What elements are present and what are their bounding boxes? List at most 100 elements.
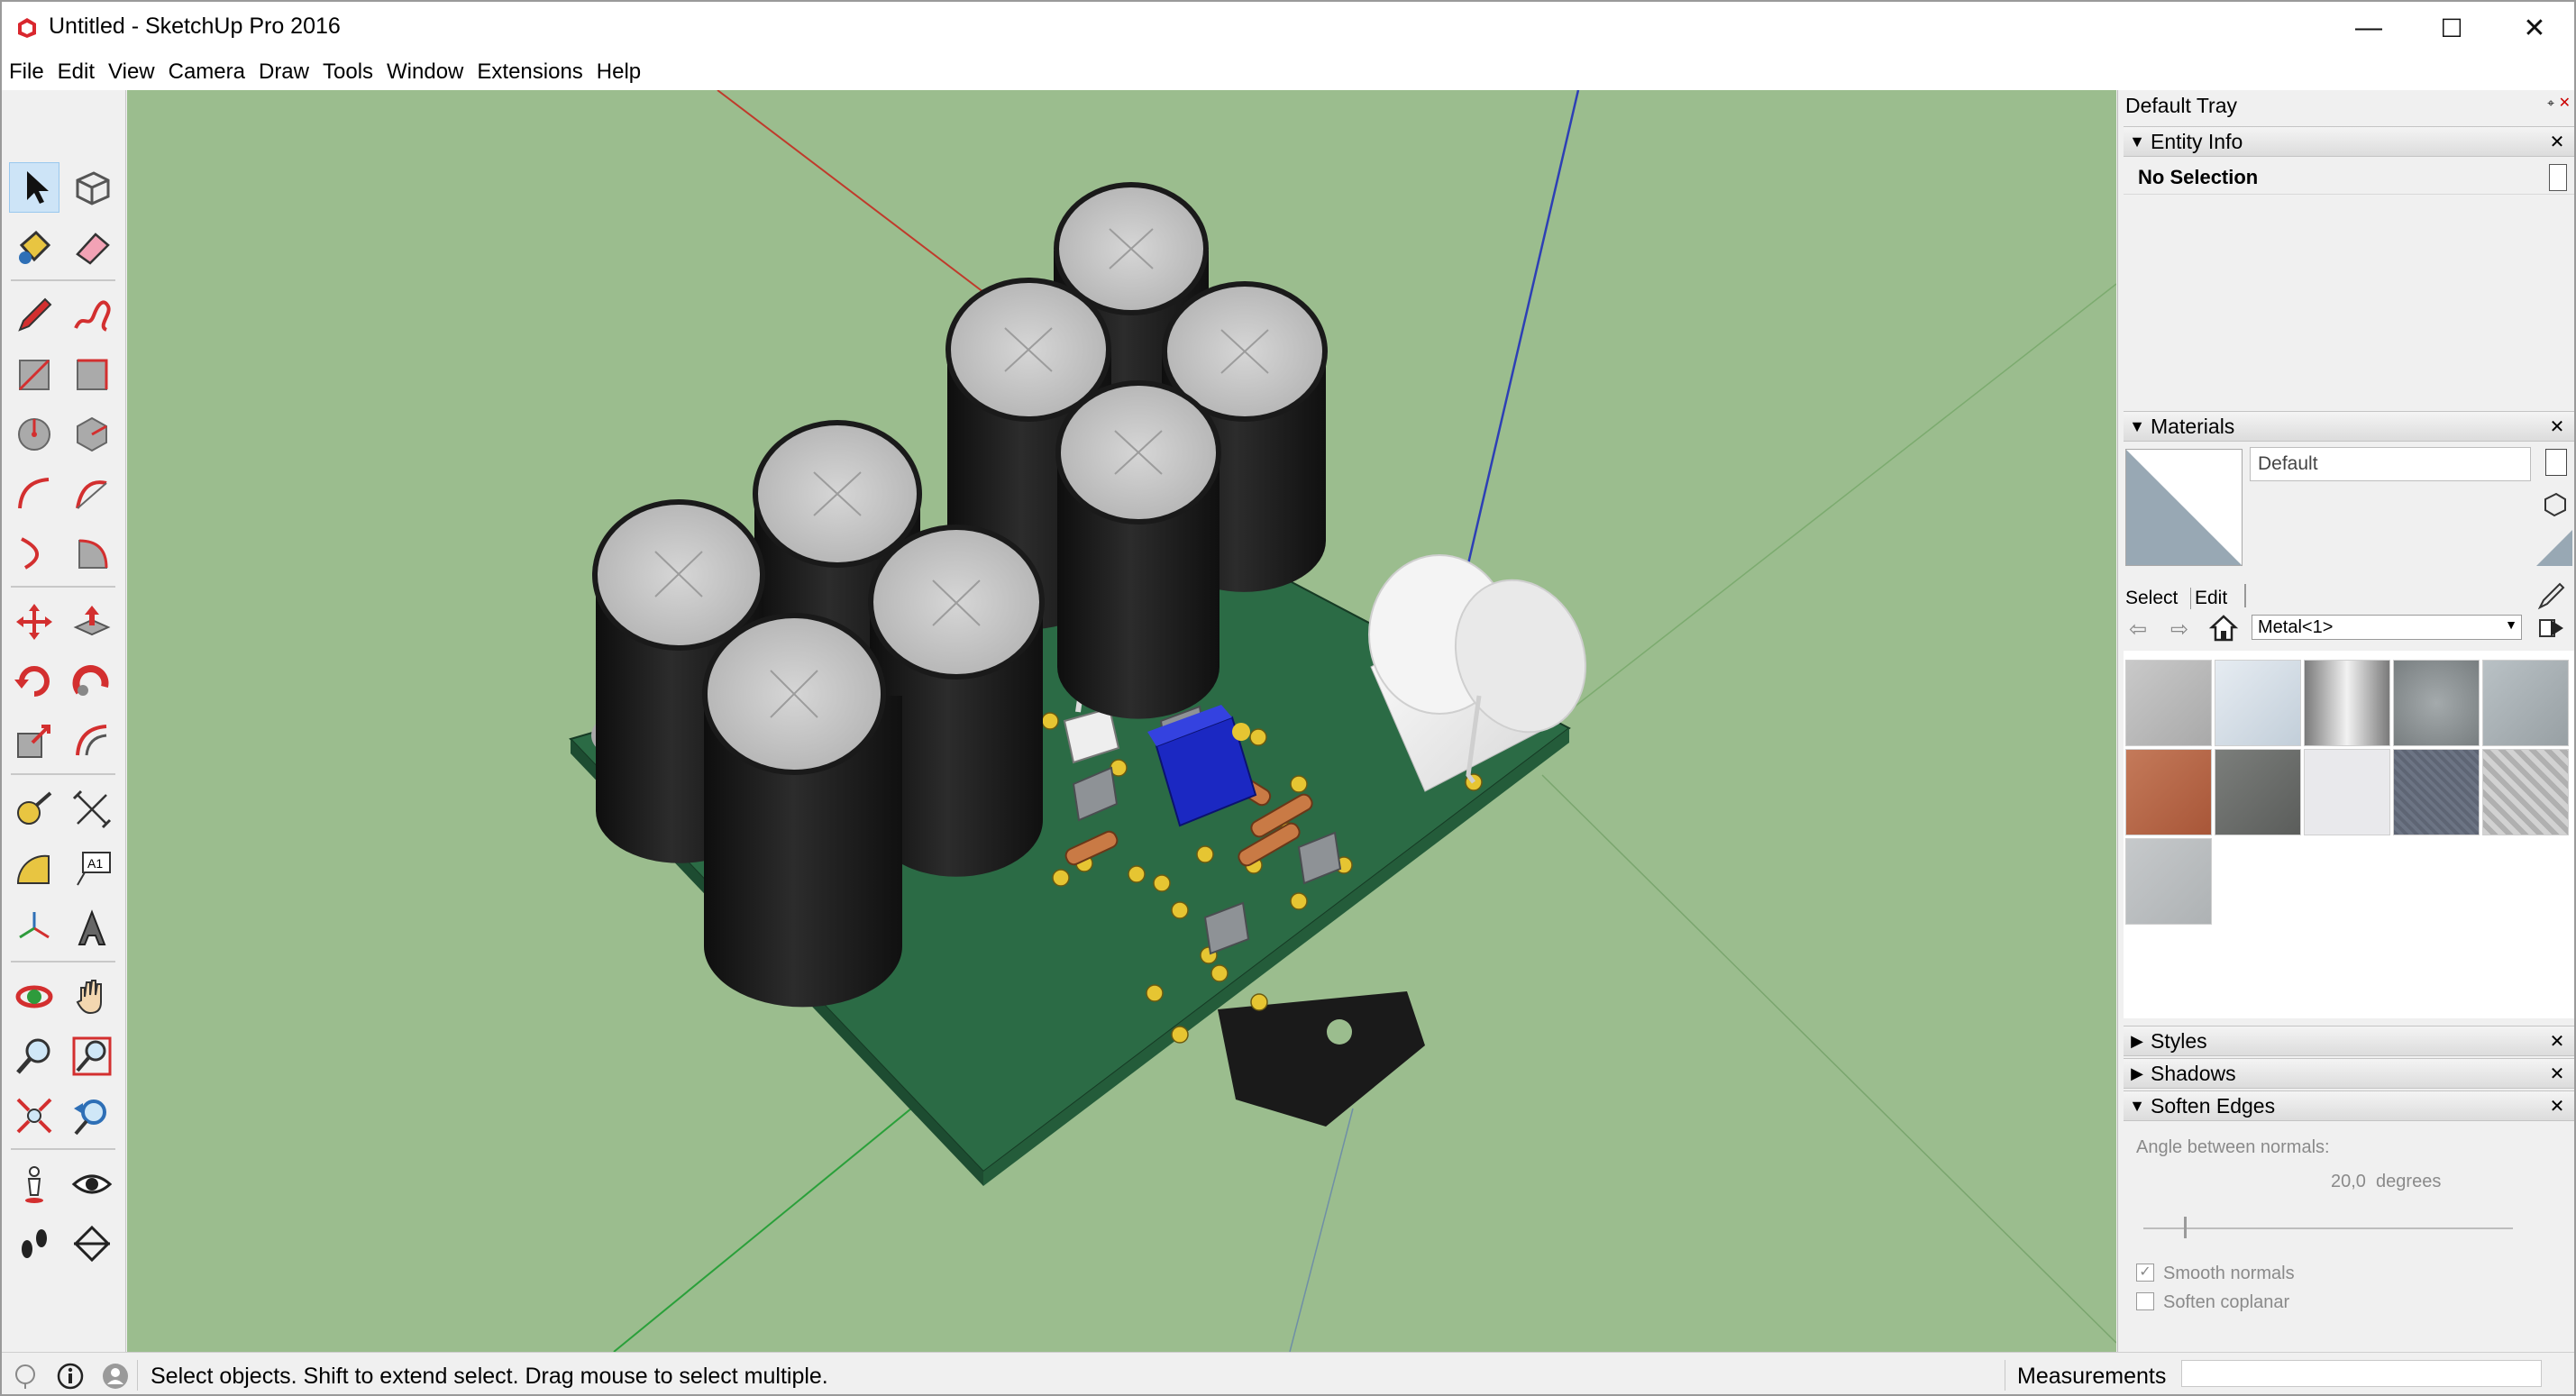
- select-tool[interactable]: [9, 162, 59, 213]
- pin-icon[interactable]: ⌖: [2547, 96, 2554, 111]
- geo-location-icon[interactable]: [11, 1362, 40, 1391]
- follow-me-tool[interactable]: [67, 656, 117, 707]
- menu-tools[interactable]: Tools: [323, 59, 373, 85]
- two-point-arc-tool[interactable]: [67, 469, 117, 519]
- home-icon[interactable]: [2208, 613, 2239, 643]
- rotated-rectangle-tool[interactable]: [67, 350, 117, 400]
- tape-measure-tool[interactable]: [9, 784, 59, 835]
- previous-view-tool[interactable]: [67, 1090, 117, 1141]
- material-swatch[interactable]: [2125, 749, 2212, 835]
- freehand-tool[interactable]: [67, 290, 117, 341]
- polygon-tool[interactable]: [67, 409, 117, 460]
- info-icon[interactable]: [56, 1362, 85, 1391]
- status-hint: Select objects. Shift to extend select. …: [151, 1364, 828, 1389]
- menu-view[interactable]: View: [108, 59, 155, 85]
- paint-bucket-tool[interactable]: [9, 222, 59, 272]
- material-swatch[interactable]: [2482, 749, 2569, 835]
- material-swatch[interactable]: [2482, 660, 2569, 746]
- menu-help[interactable]: Help: [597, 59, 641, 85]
- close-icon[interactable]: ✕: [2547, 1095, 2567, 1118]
- measurements-input[interactable]: [2181, 1360, 2542, 1387]
- protractor-icon: [16, 854, 50, 884]
- material-swatch[interactable]: [2393, 660, 2480, 746]
- materials-header[interactable]: ▼ Materials ✕: [2124, 411, 2574, 442]
- menu-file[interactable]: File: [9, 59, 44, 85]
- look-around-tool[interactable]: [67, 1159, 117, 1209]
- tray-close-icon[interactable]: ✕: [2559, 94, 2571, 112]
- polygon-icon: [77, 416, 107, 452]
- dimension-tool[interactable]: [67, 784, 117, 835]
- smooth-normals-label: Smooth normals: [2163, 1264, 2295, 1283]
- menu-camera[interactable]: Camera: [169, 59, 245, 85]
- pie-tool[interactable]: [67, 528, 117, 579]
- zoom-window-tool[interactable]: [67, 1031, 117, 1081]
- menu-window[interactable]: Window: [387, 59, 463, 85]
- back-arrow-icon[interactable]: ⇦: [2129, 616, 2147, 643]
- three-point-arc-tool[interactable]: [9, 528, 59, 579]
- material-swatch[interactable]: [2215, 749, 2301, 835]
- orbit-tool[interactable]: [9, 972, 59, 1022]
- material-swatch[interactable]: [2215, 660, 2301, 746]
- section-plane-tool[interactable]: [67, 1218, 117, 1269]
- material-swatch[interactable]: [2304, 660, 2390, 746]
- eraser-tool[interactable]: [67, 222, 117, 272]
- protractor-tool[interactable]: [9, 844, 59, 894]
- styles-header[interactable]: ▶ Styles ✕: [2124, 1026, 2574, 1056]
- entity-info-label: Entity Info: [2151, 129, 2243, 153]
- zoom-tool[interactable]: [9, 1031, 59, 1081]
- smooth-normals-checkbox[interactable]: ✓: [2136, 1264, 2154, 1282]
- 3d-text-tool[interactable]: [67, 903, 117, 953]
- line-tool[interactable]: [9, 290, 59, 341]
- rotate-tool[interactable]: [9, 656, 59, 707]
- soften-edges-header[interactable]: ▼ Soften Edges ✕: [2124, 1090, 2574, 1121]
- shadows-header[interactable]: ▶ Shadows ✕: [2124, 1058, 2574, 1089]
- close-icon[interactable]: ✕: [2547, 1030, 2567, 1053]
- close-icon[interactable]: ✕: [2547, 131, 2567, 153]
- material-name-field[interactable]: Default: [2250, 447, 2531, 481]
- angle-slider[interactable]: [2143, 1217, 2513, 1238]
- default-material-icon[interactable]: [2536, 530, 2572, 566]
- sample-paint-icon[interactable]: [2536, 580, 2567, 611]
- position-camera-tool[interactable]: [9, 1159, 59, 1209]
- arc-tool[interactable]: [9, 469, 59, 519]
- offset-tool[interactable]: [67, 716, 117, 766]
- menu-edit[interactable]: Edit: [58, 59, 95, 85]
- details-arrow-icon[interactable]: [2538, 615, 2565, 642]
- rectangle-tool[interactable]: [9, 350, 59, 400]
- close-icon[interactable]: ✕: [2547, 415, 2567, 438]
- entity-info-header[interactable]: ▼ Entity Info ✕: [2124, 126, 2574, 157]
- angle-slider-thumb[interactable]: [2184, 1217, 2188, 1238]
- material-library-select[interactable]: Metal<1> ▼: [2252, 615, 2522, 640]
- display-secondary-pane-icon[interactable]: [2545, 449, 2567, 476]
- create-material-icon[interactable]: [2542, 490, 2569, 517]
- zoom-extents-tool[interactable]: [9, 1090, 59, 1141]
- pan-tool[interactable]: [67, 972, 117, 1022]
- maximize-button[interactable]: ☐: [2410, 2, 2493, 54]
- axes-tool[interactable]: [9, 903, 59, 953]
- circle-tool[interactable]: [9, 409, 59, 460]
- menu-extensions[interactable]: Extensions: [477, 59, 582, 85]
- edit-tab[interactable]: Edit: [2190, 588, 2227, 609]
- select-tab[interactable]: Select: [2125, 588, 2178, 609]
- tape-measure-icon: [17, 791, 52, 825]
- soften-coplanar-checkbox[interactable]: [2136, 1292, 2154, 1310]
- expand-details-icon[interactable]: [2549, 164, 2567, 191]
- material-swatch[interactable]: [2393, 749, 2480, 835]
- material-swatch[interactable]: [2125, 660, 2212, 746]
- menu-draw[interactable]: Draw: [259, 59, 309, 85]
- close-icon[interactable]: ✕: [2547, 1063, 2567, 1085]
- forward-arrow-icon[interactable]: ⇨: [2170, 616, 2188, 643]
- entity-info-body: No Selection: [2124, 159, 2574, 195]
- 3d-viewport[interactable]: [127, 90, 2116, 1352]
- walk-tool[interactable]: [9, 1218, 59, 1269]
- user-account-icon[interactable]: [101, 1362, 130, 1391]
- minimize-button[interactable]: —: [2327, 2, 2410, 54]
- scale-tool[interactable]: [9, 716, 59, 766]
- material-swatch[interactable]: [2125, 838, 2212, 925]
- make-component-tool[interactable]: [67, 162, 117, 213]
- material-swatch[interactable]: [2304, 749, 2390, 835]
- move-tool[interactable]: [9, 597, 59, 647]
- push-pull-tool[interactable]: [67, 597, 117, 647]
- close-button[interactable]: ✕: [2493, 2, 2574, 54]
- text-tool[interactable]: A1: [67, 844, 117, 894]
